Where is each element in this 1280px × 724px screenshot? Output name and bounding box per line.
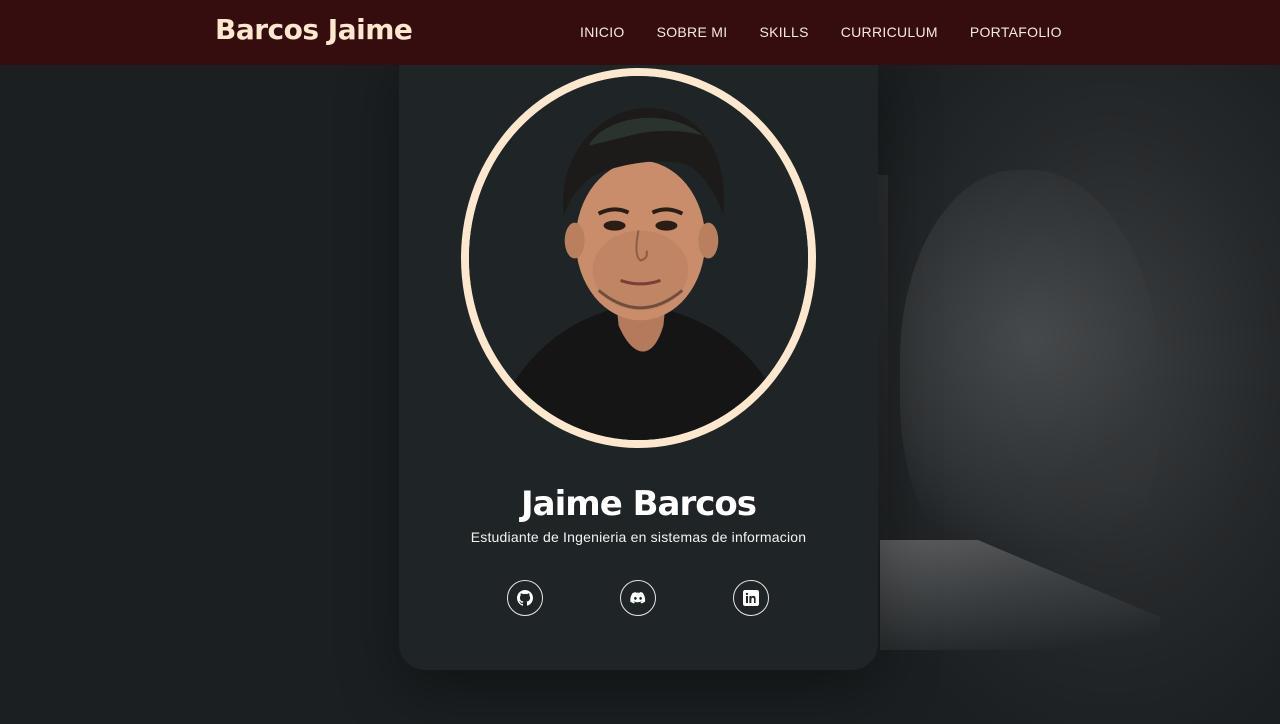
- nav-skills[interactable]: SKILLS: [759, 24, 808, 40]
- background-tree: [900, 170, 1160, 590]
- nav-inicio[interactable]: INICIO: [580, 24, 625, 40]
- top-navbar: Barcos Jaime INICIO SOBRE MI SKILLS CURR…: [0, 0, 1280, 65]
- linkedin-icon: [743, 590, 759, 606]
- github-button[interactable]: [507, 580, 543, 616]
- github-icon: [517, 590, 533, 606]
- avatar: [469, 76, 808, 440]
- nav-curriculum[interactable]: CURRICULUM: [841, 24, 938, 40]
- nav-sobre-mi[interactable]: SOBRE MI: [657, 24, 728, 40]
- nav-portafolio[interactable]: PORTAFOLIO: [970, 24, 1062, 40]
- discord-button[interactable]: [620, 580, 656, 616]
- brand-logo[interactable]: Barcos Jaime: [215, 13, 413, 46]
- background-lamp-post: [878, 175, 888, 550]
- avatar-ring: [461, 68, 816, 448]
- profile-subtitle: Estudiante de Ingenieria en sistemas de …: [470, 529, 807, 545]
- discord-icon: [630, 590, 646, 606]
- profile-name: Jaime Barcos: [521, 484, 757, 524]
- linkedin-button[interactable]: [733, 580, 769, 616]
- main-nav: INICIO SOBRE MI SKILLS CURRICULUM PORTAF…: [580, 24, 1062, 40]
